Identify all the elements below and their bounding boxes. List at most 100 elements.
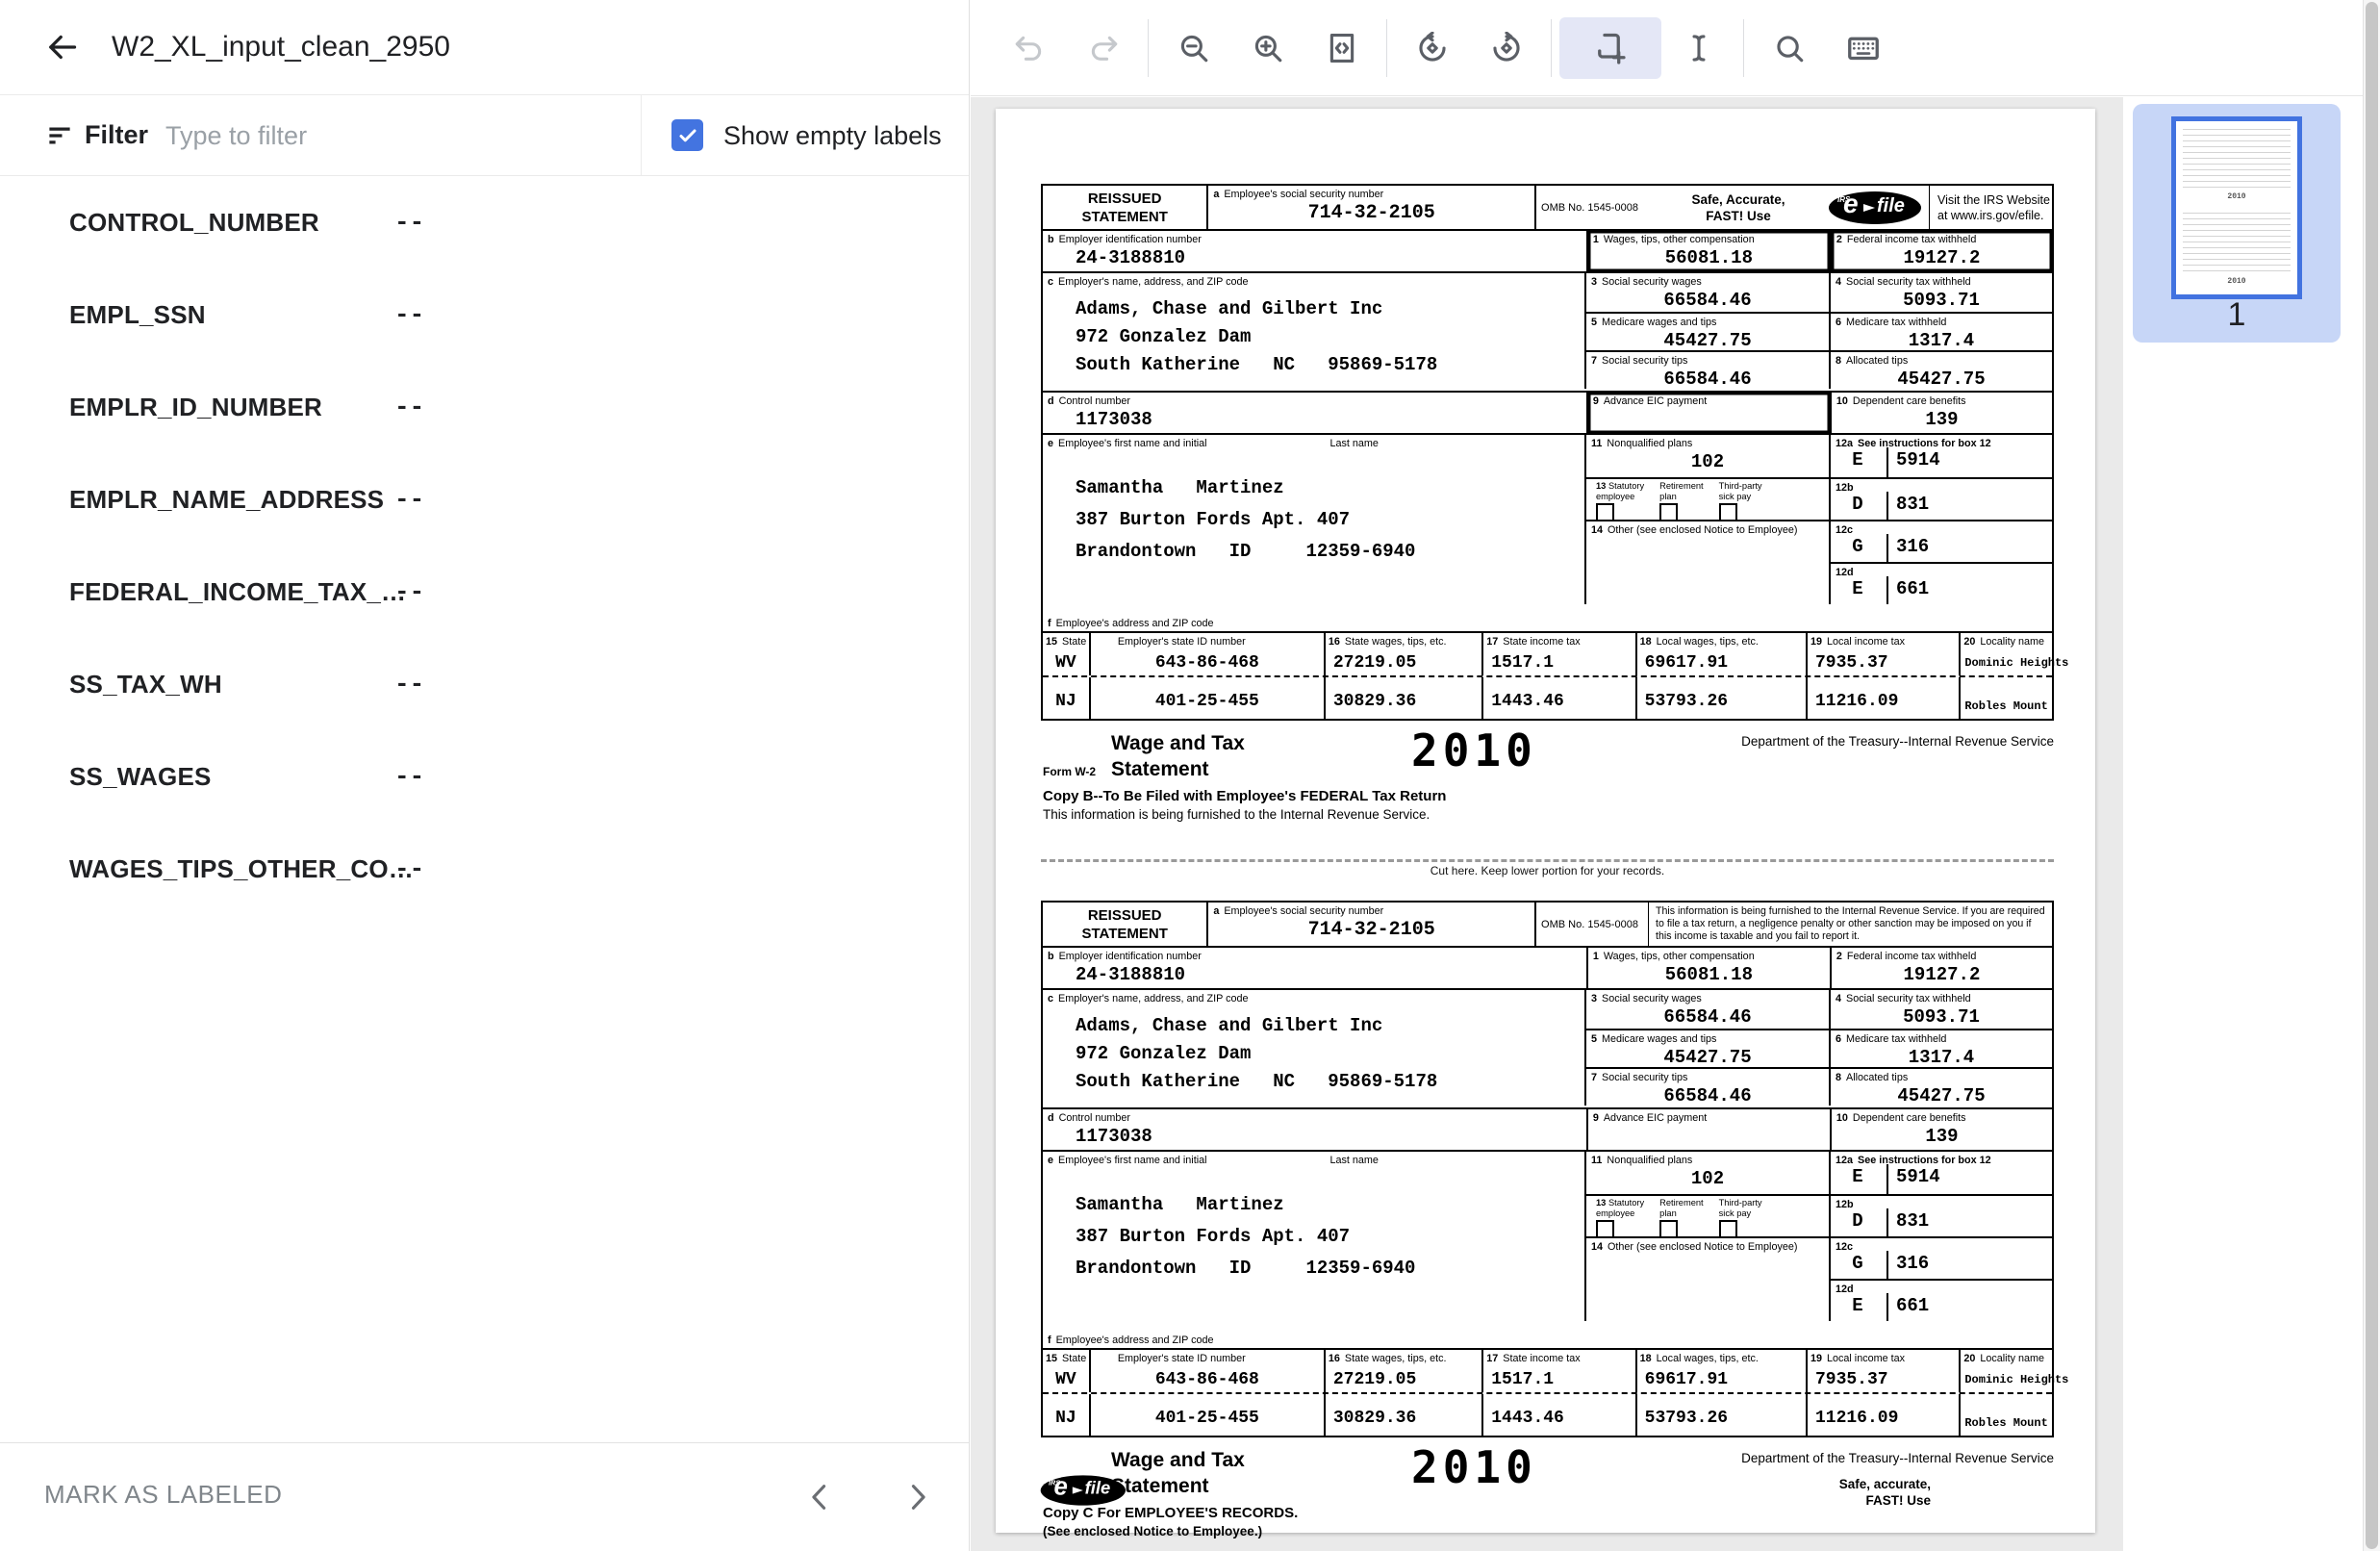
box-3-value: 66584.46 (1586, 290, 1829, 311)
undo-button[interactable] (992, 17, 1066, 79)
state-2: NJ (1043, 692, 1089, 711)
back-button[interactable] (42, 28, 81, 66)
label-row-emplr-id-number[interactable]: EMPLR_ID_NUMBER-- (0, 361, 969, 453)
zoom-out-button[interactable] (1156, 17, 1230, 79)
box-7-ss-tips: 7Social security tips66584.46 (1584, 352, 1829, 389)
filter-icon (45, 121, 74, 150)
box-4-value: 5093.71 (1831, 1006, 2052, 1028)
box-e-employee-name: eEmployee's first name and initialLast n… (1043, 435, 1584, 631)
locality-2: Robles Mount (1964, 1416, 2047, 1430)
add-bounding-box-tool-selected[interactable] (1559, 17, 1661, 79)
text-selection-tool[interactable] (1661, 17, 1735, 79)
w2-form-copy: REISSUEDSTATEMENT aEmployee's social sec… (1041, 901, 2054, 1541)
search-button[interactable] (1752, 17, 1826, 79)
document-viewer[interactable]: REISSUEDSTATEMENT aEmployee's social sec… (971, 97, 2123, 1551)
show-empty-labels-checkbox[interactable] (671, 119, 703, 151)
page-thumbnail-selected[interactable]: 2010 2010 1 (2133, 104, 2341, 343)
box-6-value: 1317.4 (1831, 1047, 2052, 1068)
show-empty-labels-label: Show empty labels (723, 121, 942, 151)
toolbar-divider (1743, 19, 1744, 77)
keyboard-shortcuts-button[interactable] (1826, 17, 1900, 79)
state-id-2: 401-25-455 (1091, 1409, 1324, 1428)
box-12b-code: D (1831, 1210, 1885, 1232)
redo-icon (1087, 32, 1120, 64)
box-12b-value: 831 (1896, 1210, 1929, 1232)
copy-designation-line2: This information is being furnished to t… (1043, 807, 1430, 822)
box-12c-code: G (1831, 536, 1885, 557)
state-tax-2: 1443.46 (1491, 1409, 1564, 1428)
irs-efile-logo: IRSefile (1041, 1475, 1126, 1505)
label-name: SS_TAX_WH (69, 670, 222, 699)
box-8-value: 45427.75 (1831, 369, 2052, 390)
box-13-checkboxes: 13 Statutoryemployee Retirementplan Thir… (1584, 477, 1829, 520)
copy-designation-line1: Copy B--To Be Filed with Employee's FEDE… (1043, 788, 1446, 804)
box-7-value: 66584.46 (1586, 369, 1829, 390)
label-name: EMPL_SSN (69, 300, 206, 330)
thumbnail-panel: 2010 2010 1 (2123, 97, 2363, 1551)
fit-to-width-button[interactable] (1304, 17, 1379, 79)
mark-as-labeled-button[interactable]: MARK AS LABELED (44, 1480, 282, 1510)
scrollbar-thumb[interactable] (2366, 2, 2378, 1549)
next-document-button[interactable] (894, 1474, 940, 1520)
box-12b: 12b D831 (1829, 1194, 2052, 1236)
zoom-in-button[interactable] (1230, 17, 1304, 79)
box-12c-value: 316 (1896, 1253, 1929, 1274)
thumbnail-year: 2010 (2176, 277, 2297, 286)
box-12d-value: 661 (1896, 578, 1929, 599)
undo-icon (1013, 32, 1046, 64)
state-tax-1: 1517.1 (1491, 1370, 1554, 1389)
omb-number: OMB No. 1545-0008 (1536, 202, 1648, 214)
box-11-nonqualified-plans: 11Nonqualified plans 102 (1584, 435, 1829, 477)
control-number-value: 1173038 (1076, 409, 1586, 430)
state-tax-2: 1443.46 (1491, 692, 1564, 711)
box-10-value: 139 (1832, 409, 2052, 430)
box-3-ss-wages: 3Social security wages66584.46 (1584, 273, 1829, 312)
box-12d: 12d E661 (1829, 562, 2052, 604)
vertical-scrollbar[interactable] (2363, 0, 2380, 1551)
box-8-allocated-tips: 8Allocated tips45427.75 (1829, 1069, 2052, 1106)
box-2-federal-tax: 2Federal income tax withheld 19127.2 (1830, 231, 2052, 271)
label-value: -- (394, 393, 424, 421)
text-cursor-icon (1683, 32, 1715, 64)
w2-form: REISSUEDSTATEMENT aEmployee's social sec… (1041, 901, 2054, 1437)
box-5-value: 45427.75 (1586, 330, 1829, 351)
rotate-left-button[interactable] (1395, 17, 1469, 79)
box-1-value: 56081.18 (1588, 964, 1830, 985)
label-name: SS_WAGES (69, 762, 212, 792)
label-name: CONTROL_NUMBER (69, 208, 319, 238)
box-12c: 12c G316 (1829, 1236, 2052, 1279)
label-row-emplr-name-address[interactable]: EMPLR_NAME_ADDRESS-- (0, 453, 969, 546)
label-row-control-number[interactable]: CONTROL_NUMBER-- (0, 176, 969, 268)
chevron-left-icon (804, 1481, 837, 1513)
search-icon (1773, 32, 1806, 64)
box-f-employee-address-label: fEmployee's address and ZIP code (1043, 615, 1214, 629)
form-header-right: OMB No. 1545-0008 Safe, Accurate,FAST! U… (1534, 186, 2052, 229)
label-row-ss-wages[interactable]: SS_WAGES-- (0, 730, 969, 823)
label-row-empl-ssn[interactable]: EMPL_SSN-- (0, 268, 969, 361)
box-c-employer-name-address: cEmployer's name, address, and ZIP code … (1043, 990, 1584, 1107)
rotate-right-button[interactable] (1469, 17, 1543, 79)
box-8-value: 45427.75 (1831, 1085, 2052, 1106)
add-bounding-box-icon (1593, 31, 1628, 65)
previous-document-button[interactable] (798, 1474, 844, 1520)
redo-button[interactable] (1066, 17, 1140, 79)
box-1-wages: 1Wages, tips, other compensation 56081.1… (1586, 231, 1830, 271)
w2-form-footer: Form W-2 Wage and TaxStatement 2010 Depa… (1041, 1441, 2054, 1541)
filter-divider (641, 95, 642, 175)
locality-2: Robles Mount (1964, 699, 2047, 713)
label-row-ss-tax-wh[interactable]: SS_TAX_WH-- (0, 638, 969, 730)
box-11-nonqualified-plans: 11Nonqualified plans 102 (1584, 1152, 1829, 1194)
label-row-wages-tips-other[interactable]: WAGES_TIPS_OTHER_CO…-- (0, 823, 969, 915)
state-wages-2: 30829.36 (1333, 692, 1416, 711)
locality-1: Dominic Heights (1964, 1373, 2068, 1386)
box-6-value: 1317.4 (1831, 330, 2052, 351)
box-14-other: 14Other (see enclosed Notice to Employee… (1584, 1236, 1829, 1321)
chevron-right-icon (900, 1481, 933, 1513)
label-row-federal-income-tax[interactable]: FEDERAL_INCOME_TAX_…-- (0, 546, 969, 638)
label-value: -- (394, 854, 424, 883)
box-6-medicare-tax: 6Medicare tax withheld1317.4 (1829, 314, 2052, 350)
filter-input[interactable] (165, 113, 579, 159)
state-2: NJ (1043, 1409, 1089, 1428)
box-9-advance-eic: 9Advance EIC payment (1586, 393, 1830, 433)
local-wages-2: 53793.26 (1645, 692, 1728, 711)
